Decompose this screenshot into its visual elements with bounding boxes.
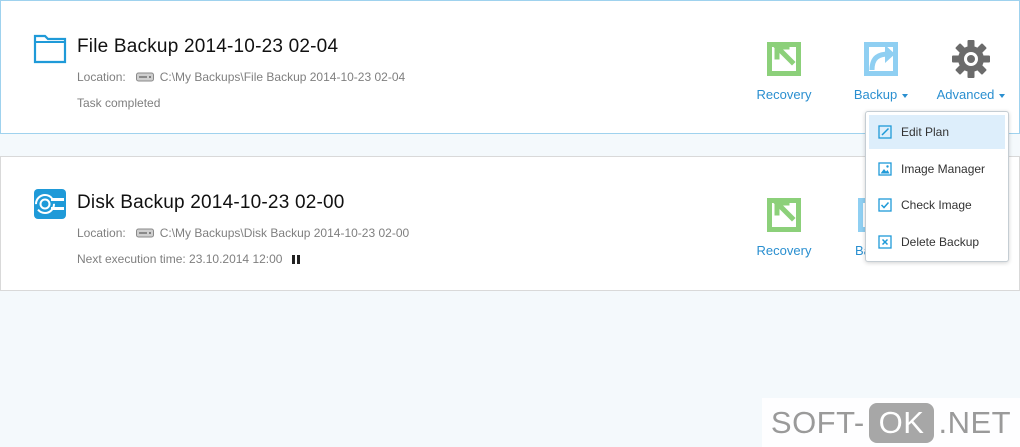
- backup-label: Backup: [853, 87, 898, 102]
- edit-icon: [878, 125, 892, 139]
- menu-item-label: Delete Backup: [901, 235, 980, 250]
- delete-icon: [878, 235, 892, 249]
- backup-button[interactable]: Ba: [841, 195, 865, 258]
- backup-label: Ba: [855, 243, 865, 258]
- watermark-logo: SOFT- OK .NET: [762, 398, 1020, 447]
- chevron-down-icon: [999, 93, 1006, 98]
- recovery-label: Recovery: [756, 243, 812, 258]
- checkbox-icon: [878, 198, 892, 213]
- watermark-prefix: SOFT-: [770, 404, 865, 440]
- recovery-label: Recovery: [756, 87, 812, 102]
- menu-item-image-manager[interactable]: Image Manager: [869, 152, 1005, 186]
- task-status: Task completed: [77, 96, 161, 110]
- menu-item-edit-plan[interactable]: Edit Plan: [869, 115, 1005, 149]
- pause-icon[interactable]: [292, 254, 301, 264]
- advanced-label: Advanced: [936, 87, 995, 102]
- advanced-dropdown-menu: Edit Plan Image Manager Check Image Dele…: [865, 111, 1009, 262]
- backup-icon: [864, 42, 898, 76]
- gear-icon: [952, 40, 990, 78]
- location-path: C:\My Backups\File Backup 2014-10-23 02-…: [159, 70, 406, 84]
- hard-drive-icon: [135, 72, 154, 82]
- folder-icon: [33, 34, 67, 64]
- location-label: Location:: [77, 226, 126, 240]
- recovery-icon: [767, 198, 801, 232]
- advanced-button[interactable]: Advanced: [929, 39, 1013, 102]
- menu-item-label: Image Manager: [901, 161, 986, 176]
- image-icon: [878, 162, 892, 176]
- task-schedule: Next execution time: 23.10.2014 12:00: [77, 252, 301, 266]
- task-location: Location: C:\My Backups\Disk Backup 2014…: [77, 226, 409, 240]
- menu-item-check-image[interactable]: Check Image: [869, 188, 1005, 222]
- menu-item-label: Check Image: [901, 198, 972, 213]
- backup-icon: [858, 198, 865, 232]
- task-location: Location: C:\My Backups\File Backup 2014…: [77, 70, 405, 84]
- hard-drive-icon: [135, 228, 154, 238]
- location-path: C:\My Backups\Disk Backup 2014-10-23 02-…: [159, 226, 410, 240]
- disk-backup-icon: [34, 189, 66, 219]
- recovery-icon: [767, 42, 801, 76]
- task-title: File Backup 2014-10-23 02-04: [77, 36, 339, 57]
- location-label: Location:: [77, 70, 126, 84]
- watermark-highlight: OK: [868, 402, 935, 443]
- menu-item-delete-backup[interactable]: Delete Backup: [869, 225, 1005, 259]
- chevron-down-icon: [902, 93, 909, 98]
- next-execution-text: Next execution time: 23.10.2014 12:00: [77, 252, 283, 266]
- recovery-button[interactable]: Recovery: [744, 39, 824, 102]
- task-title: Disk Backup 2014-10-23 02-00: [77, 192, 345, 213]
- backup-button[interactable]: Backup: [841, 39, 921, 102]
- watermark-suffix: .NET: [938, 404, 1012, 440]
- menu-item-label: Edit Plan: [901, 125, 950, 139]
- recovery-button[interactable]: Recovery: [744, 195, 824, 258]
